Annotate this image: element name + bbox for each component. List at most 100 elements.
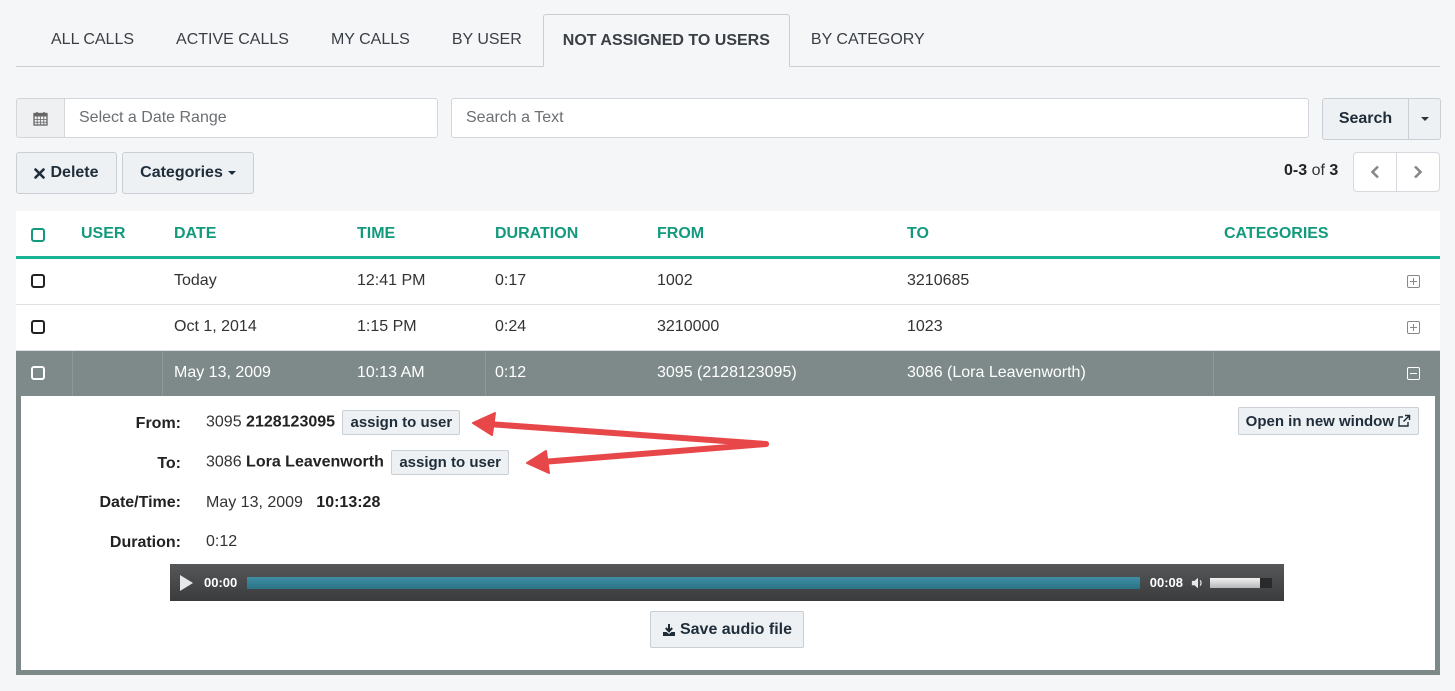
expand-row-icon[interactable]: [1407, 275, 1420, 288]
from-number: 2128123095: [246, 413, 336, 431]
volume-icon[interactable]: [1191, 576, 1205, 590]
datetime-value: May 13, 2009 10:13:28: [206, 494, 380, 512]
close-icon: [34, 167, 46, 179]
column-duration[interactable]: DURATION: [495, 225, 578, 243]
cell-to: 3210685: [907, 272, 970, 289]
pagination-range: 0-3: [1284, 162, 1308, 179]
cell-to: 3086 (Lora Leavenworth): [907, 364, 1086, 381]
table-row-selected[interactable]: May 13, 2009 10:13 AM 0:12 3095 (2128123…: [16, 351, 1440, 396]
from-extension: 3095: [206, 413, 242, 431]
pagination-summary: 0-3 of 3: [1284, 162, 1338, 180]
column-categories[interactable]: CATEGORIES: [1224, 225, 1329, 243]
tab-all-calls[interactable]: ALL CALLS: [16, 14, 155, 66]
current-time: 00:00: [204, 575, 238, 590]
detail-time: 10:13:28: [316, 494, 381, 511]
save-audio-label: Save audio file: [679, 620, 793, 638]
column-time[interactable]: TIME: [357, 225, 395, 243]
cell-date: Today: [174, 272, 217, 289]
cell-duration: 0:12: [495, 364, 527, 381]
open-in-new-window-button[interactable]: Open in new window: [1237, 407, 1419, 435]
date-range-group: [16, 98, 438, 138]
open-window-label: Open in new window: [1245, 412, 1394, 430]
external-link-icon: [1398, 414, 1411, 427]
column-to[interactable]: TO: [907, 225, 929, 243]
calendar-icon[interactable]: [16, 98, 64, 138]
assign-to-to-user-button[interactable]: assign to user: [391, 450, 510, 475]
search-button[interactable]: Search: [1322, 98, 1409, 140]
column-date[interactable]: DATE: [174, 225, 216, 243]
row-checkbox[interactable]: [31, 320, 45, 334]
table-header: USER DATE TIME DURATION FROM TO CATEGORI…: [16, 211, 1440, 259]
previous-page-button[interactable]: [1354, 153, 1396, 191]
column-from[interactable]: FROM: [657, 225, 704, 243]
tab-active-calls[interactable]: ACTIVE CALLS: [155, 14, 310, 66]
next-page-button[interactable]: [1396, 153, 1439, 191]
select-all-checkbox[interactable]: [31, 228, 45, 242]
collapse-row-icon[interactable]: [1407, 367, 1420, 380]
to-extension: 3086: [206, 453, 242, 471]
tab-by-category[interactable]: BY CATEGORY: [790, 14, 946, 66]
from-label: From:: [135, 415, 181, 432]
cell-duration: 0:17: [495, 272, 527, 289]
cell-from: 3095 (2128123095): [657, 364, 797, 381]
chevron-right-icon: [1414, 165, 1423, 179]
expand-row-icon[interactable]: [1407, 321, 1420, 334]
cell-time: 12:41 PM: [357, 272, 426, 289]
save-audio-file-button[interactable]: Save audio file: [650, 611, 804, 648]
to-label: To:: [157, 455, 181, 472]
volume-slider[interactable]: [1210, 577, 1272, 588]
delete-button[interactable]: Delete: [16, 152, 117, 194]
row-checkbox[interactable]: [31, 274, 45, 288]
column-user[interactable]: USER: [81, 225, 125, 243]
tab-my-calls[interactable]: MY CALLS: [310, 14, 431, 66]
detail-date: May 13, 2009: [206, 494, 303, 511]
cell-date: May 13, 2009: [174, 364, 271, 381]
download-icon: [662, 623, 675, 636]
tab-not-assigned-to-users[interactable]: NOT ASSIGNED TO USERS: [542, 14, 790, 67]
search-options-dropdown[interactable]: [1409, 98, 1441, 140]
call-detail-content: From: 3095 2128123095 assign to user To:…: [21, 396, 1435, 670]
caret-down-icon: [227, 171, 236, 175]
pagination-total: 3: [1329, 162, 1339, 179]
total-time: 00:08: [1149, 575, 1183, 590]
tab-by-user[interactable]: BY USER: [431, 14, 543, 66]
categories-dropdown-button[interactable]: Categories: [122, 152, 254, 194]
datetime-label: Date/Time:: [99, 494, 181, 511]
from-value: 3095 2128123095 assign to user: [206, 410, 461, 435]
to-name: Lora Leavenworth: [246, 453, 384, 471]
duration-label: Duration:: [109, 534, 181, 551]
cell-date: Oct 1, 2014: [174, 318, 257, 335]
audio-progress-track[interactable]: [247, 576, 1140, 589]
assign-from-to-user-button[interactable]: assign to user: [342, 410, 461, 435]
duration-value: 0:12: [206, 533, 238, 550]
calls-table: USER DATE TIME DURATION FROM TO CATEGORI…: [16, 211, 1440, 396]
column-divider: [1213, 351, 1214, 396]
pagination-controls: [1353, 152, 1440, 192]
cell-time: 10:13 AM: [357, 364, 425, 381]
date-range-input[interactable]: [64, 98, 438, 138]
call-detail-panel: From: 3095 2128123095 assign to user To:…: [16, 396, 1440, 675]
to-value: 3086 Lora Leavenworth assign to user: [206, 450, 510, 475]
chevron-left-icon: [1370, 165, 1379, 179]
play-icon[interactable]: [180, 574, 193, 591]
categories-label: Categories: [140, 164, 223, 181]
column-divider: [72, 351, 73, 396]
column-divider: [485, 351, 486, 396]
cell-duration: 0:24: [495, 318, 527, 335]
row-checkbox[interactable]: [31, 366, 45, 380]
cell-to: 1023: [907, 318, 943, 335]
tab-bar: ALL CALLS ACTIVE CALLS MY CALLS BY USER …: [16, 14, 1440, 67]
pagination-of: of: [1311, 162, 1325, 179]
table-row[interactable]: Today 12:41 PM 0:17 1002 3210685: [16, 259, 1440, 305]
cell-from: 1002: [657, 272, 693, 289]
volume-level: [1210, 577, 1260, 588]
column-divider: [162, 351, 163, 396]
search-button-group: Search: [1322, 98, 1441, 140]
search-input[interactable]: [451, 98, 1309, 138]
audio-player: 00:00 00:08: [170, 564, 1284, 601]
cell-time: 1:15 PM: [357, 318, 417, 335]
table-row[interactable]: Oct 1, 2014 1:15 PM 0:24 3210000 1023: [16, 305, 1440, 351]
caret-down-icon: [1420, 117, 1429, 121]
cell-from: 3210000: [657, 318, 720, 335]
delete-label: Delete: [50, 164, 99, 181]
